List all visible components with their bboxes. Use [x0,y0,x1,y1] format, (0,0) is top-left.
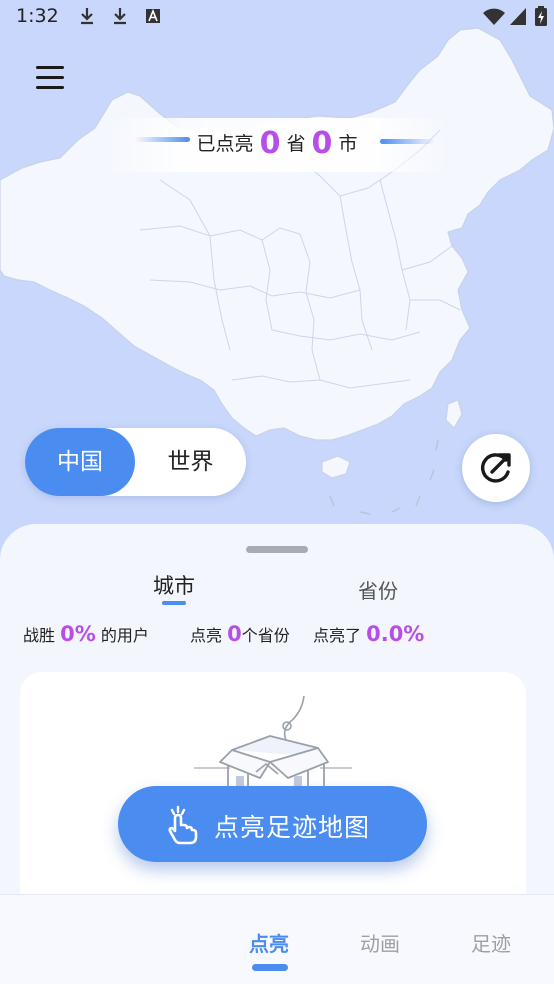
signal-icon [510,8,526,25]
beat-users-stat: 战胜 0% 的用户 [23,622,149,646]
beat-prefix: 战胜 [23,626,56,645]
lit-value: 0 [227,622,242,646]
beat-value: 0% [60,622,96,646]
tab-city[interactable]: 城市 [146,570,202,600]
light-up-map-button[interactable]: 点亮足迹地图 [118,786,427,862]
tab-city-indicator [162,601,186,605]
nav-item-light-up[interactable]: 点亮 [249,928,289,957]
hainan-island [321,455,351,479]
menu-icon[interactable] [26,58,72,98]
lit-percent-stat: 点亮了 0.0% [313,622,424,646]
city-count: 0 [311,126,333,161]
share-icon [480,453,511,483]
lit-pct-prefix: 点亮了 [313,626,362,645]
battery-icon [535,6,547,26]
wifi-icon [483,8,505,25]
status-bar: 1:32 [0,0,554,34]
province-count: 0 [259,126,281,161]
tab-province[interactable]: 省份 [350,575,406,604]
nav-item-footprint[interactable]: 足迹 [471,928,511,957]
region-toggle[interactable]: 中国 世界 [25,428,246,496]
tap-hand-icon [168,805,198,845]
banner-prefix: 已点亮 [196,133,254,155]
map-area[interactable]: 已点亮 0 省 0 市 中国 世界 [0,0,554,540]
lit-provinces-stat: 点亮 0个省份 [190,622,290,646]
nav-active-indicator [252,964,288,971]
nav-item-animation[interactable]: 动画 [360,928,400,957]
toggle-china[interactable]: 中国 [25,428,135,496]
lit-suffix: 个省份 [241,626,290,645]
city-unit: 市 [338,133,358,155]
sheet-drag-handle[interactable] [246,546,308,553]
beat-suffix: 的用户 [100,626,149,645]
china-landmass [0,27,554,441]
south-sea-dashes [329,439,439,515]
toggle-world[interactable]: 世界 [135,428,246,496]
empty-box-icon [194,695,352,792]
lit-prefix: 点亮 [190,626,223,645]
share-button[interactable] [462,434,530,502]
status-time: 1:32 [16,5,59,27]
download-icon [114,8,126,25]
cta-label: 点亮足迹地图 [214,813,371,842]
taiwan-island [445,399,463,429]
province-unit: 省 [286,133,306,155]
lit-count-banner: 已点亮 0 省 0 市 [105,118,449,172]
download-icon [81,8,93,25]
lit-pct-value: 0.0% [366,622,425,646]
app-notification-icon [146,8,160,23]
